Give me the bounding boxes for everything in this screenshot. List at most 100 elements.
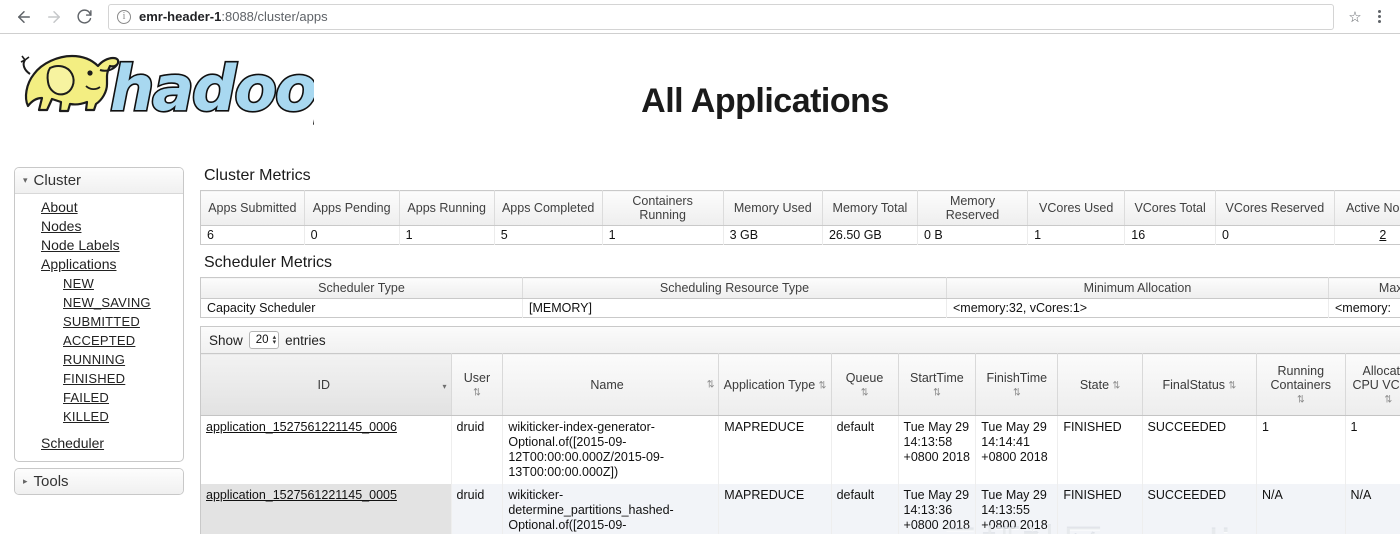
th-name[interactable]: Name ⇅	[502, 353, 720, 416]
browser-menu-icon[interactable]	[1368, 10, 1390, 23]
th-running-containers-label: Running Containers	[1270, 363, 1331, 392]
th-id[interactable]: ID ▾	[200, 353, 452, 416]
td-maximum-allocation: <memory:	[1328, 298, 1400, 318]
show-entries-bar: Show 20 ▴ ▾ entries	[200, 326, 1400, 353]
td-memory-total: 26.50 GB	[822, 225, 918, 245]
th-final-status[interactable]: FinalStatus ⇅	[1142, 353, 1258, 416]
reload-icon[interactable]	[70, 3, 98, 31]
sidebar-item-running[interactable]: RUNNING	[15, 350, 183, 369]
th-minimum-allocation: Minimum Allocation	[946, 277, 1329, 299]
applications-table: ID ▾ User ⇅ Name ⇅ Application Type ⇅ Qu…	[200, 353, 1400, 534]
sidebar-section-cluster: ▾ Cluster About Nodes Node Labels Applic…	[14, 167, 184, 462]
bookmark-star-icon[interactable]: ☆	[1342, 8, 1368, 26]
sort-desc-icon[interactable]: ▾	[443, 382, 447, 391]
sidebar-item-finished[interactable]: FINISHED	[15, 369, 183, 388]
sort-both-icon[interactable]: ⇅	[1229, 379, 1237, 390]
back-arrow-icon[interactable]	[10, 3, 38, 31]
td-vcores-reserved: 0	[1215, 225, 1335, 245]
th-running-containers[interactable]: Running Containers ⇅	[1256, 353, 1346, 416]
td-active-nodes[interactable]: 2	[1334, 225, 1400, 245]
cell-final-status: SUCCEEDED	[1142, 484, 1258, 534]
browser-nav-buttons	[10, 3, 98, 31]
th-apps-running: Apps Running	[399, 190, 495, 226]
td-vcores-used: 1	[1027, 225, 1126, 245]
sort-both-icon[interactable]: ⇅	[861, 386, 869, 397]
chevron-right-icon[interactable]: ▸	[23, 476, 28, 487]
th-scheduling-resource-type: Scheduling Resource Type	[522, 277, 947, 299]
cell-user: druid	[451, 415, 504, 484]
th-allocated-cpu-vcores[interactable]: Allocated CPU VCores ⇅	[1345, 353, 1400, 416]
cell-id[interactable]: application_1527561221145_0006	[200, 415, 452, 484]
td-memory-reserved: 0 B	[917, 225, 1029, 245]
cluster-metrics-table: Apps Submitted Apps Pending Apps Running…	[200, 190, 1400, 245]
sidebar-item-about[interactable]: About	[15, 198, 183, 217]
forward-arrow-icon[interactable]	[40, 3, 68, 31]
application-id-link[interactable]: application_1527561221145_0005	[206, 488, 397, 502]
th-start-time[interactable]: StartTime ⇅	[898, 353, 977, 416]
stepper-down-icon[interactable]: ▾	[273, 339, 277, 346]
cell-final-status: SUCCEEDED	[1142, 415, 1258, 484]
scheduler-metrics-table: Scheduler Type Scheduling Resource Type …	[200, 277, 1400, 318]
application-id-link[interactable]: application_1527561221145_0006	[206, 420, 397, 434]
sidebar-cluster-label: Cluster	[33, 172, 82, 189]
page-size-select[interactable]: 20 ▴ ▾	[248, 331, 280, 349]
table-row[interactable]: application_1527561221145_0005 druid wik…	[200, 484, 1400, 534]
td-scheduler-type: Capacity Scheduler	[200, 298, 523, 318]
th-state-label: State	[1079, 377, 1110, 392]
stepper-arrows-icon[interactable]: ▴ ▾	[273, 334, 277, 346]
sort-both-icon[interactable]: ⇅	[473, 386, 481, 397]
th-application-type[interactable]: Application Type ⇅	[718, 353, 832, 416]
active-nodes-link[interactable]: 2	[1379, 228, 1386, 242]
sidebar-cluster-body: About Nodes Node Labels Applications NEW…	[15, 194, 183, 461]
sidebar-item-submitted[interactable]: SUBMITTED	[15, 312, 183, 331]
th-memory-used: Memory Used	[723, 190, 823, 226]
th-active-nodes: Active Nodes	[1334, 190, 1400, 226]
sort-both-icon[interactable]: ⇅	[819, 379, 827, 390]
url-host: emr-header-1	[139, 9, 222, 24]
sort-both-icon[interactable]: ⇅	[1384, 393, 1392, 404]
th-vcores-used: VCores Used	[1027, 190, 1126, 226]
site-info-icon[interactable]: i	[117, 9, 131, 24]
cluster-metrics-title: Cluster Metrics	[204, 167, 311, 184]
cell-id[interactable]: application_1527561221145_0005	[200, 484, 452, 534]
browser-toolbar: i emr-header-1:8088/cluster/apps ☆	[0, 0, 1400, 34]
th-vcores-total: VCores Total	[1124, 190, 1216, 226]
th-user[interactable]: User ⇅	[451, 353, 504, 416]
th-memory-reserved: Memory Reserved	[917, 190, 1029, 226]
th-start-time-label: StartTime	[910, 370, 964, 385]
sidebar-item-scheduler[interactable]: Scheduler	[15, 434, 183, 453]
sort-both-icon[interactable]: ⇅	[1013, 386, 1021, 397]
th-finish-time[interactable]: FinishTime ⇅	[975, 353, 1059, 416]
chevron-down-icon[interactable]: ▾	[23, 175, 28, 186]
td-memory-used: 3 GB	[723, 225, 823, 245]
th-containers-running: Containers Running	[602, 190, 724, 226]
sidebar-item-new[interactable]: NEW	[15, 274, 183, 293]
th-queue[interactable]: Queue ⇅	[831, 353, 899, 416]
sidebar-item-killed[interactable]: KILLED	[15, 407, 183, 426]
sidebar-item-nodes[interactable]: Nodes	[15, 217, 183, 236]
sort-both-icon[interactable]: ⇅	[707, 378, 715, 389]
applications-table-wrapper: Show 20 ▴ ▾ entries ID ▾ User ⇅ Name ⇅ A…	[200, 326, 1400, 534]
th-state[interactable]: State ⇅	[1057, 353, 1143, 416]
sidebar-cluster-header[interactable]: ▾ Cluster	[15, 168, 183, 194]
sidebar-item-node-labels[interactable]: Node Labels	[15, 236, 183, 255]
th-finish-time-label: FinishTime	[986, 370, 1048, 385]
sidebar-item-new-saving[interactable]: NEW_SAVING	[15, 293, 183, 312]
sidebar-item-accepted[interactable]: ACCEPTED	[15, 331, 183, 350]
table-row[interactable]: application_1527561221145_0006 druid wik…	[200, 415, 1400, 484]
sort-both-icon[interactable]: ⇅	[933, 386, 941, 397]
sort-both-icon[interactable]: ⇅	[1297, 393, 1305, 404]
cell-name: wikiticker-index-generator-Optional.of([…	[502, 415, 720, 484]
sidebar-tools-header[interactable]: ▸ Tools	[15, 469, 183, 494]
applications-table-header-row: ID ▾ User ⇅ Name ⇅ Application Type ⇅ Qu…	[200, 353, 1400, 416]
cell-running-containers: 1	[1256, 415, 1346, 484]
td-containers-running: 1	[602, 225, 724, 245]
sort-both-icon[interactable]: ⇅	[1113, 379, 1121, 390]
cell-running-containers: N/A	[1256, 484, 1346, 534]
sidebar-item-applications[interactable]: Applications	[15, 255, 183, 274]
cluster-metrics-value-row: 6 0 1 5 1 3 GB 26.50 GB 0 B 1 16 0 2 0	[200, 225, 1400, 245]
address-bar[interactable]: i emr-header-1:8088/cluster/apps	[108, 3, 1334, 30]
sidebar-item-failed[interactable]: FAILED	[15, 388, 183, 407]
cell-finish-time: Tue May 29 14:13:55 +0800 2018	[975, 484, 1059, 534]
page-header: hadoop All Applications	[0, 34, 1400, 130]
